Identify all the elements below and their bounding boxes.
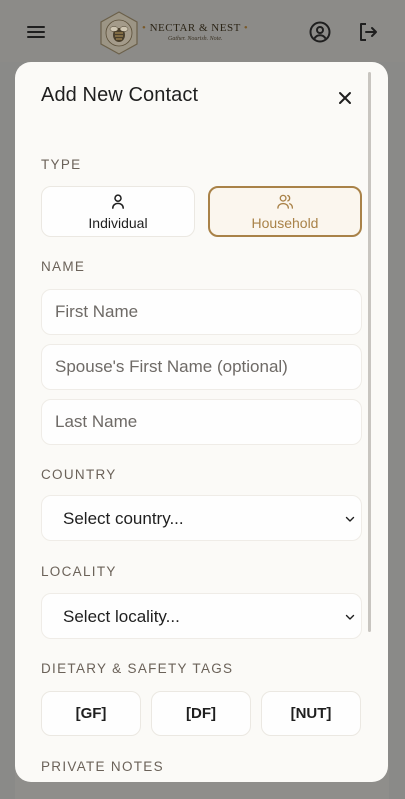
first-name-input[interactable] <box>41 289 362 335</box>
private-notes-label: PRIVATE NOTES <box>41 759 164 774</box>
locality-select-value: Select locality... <box>63 607 180 626</box>
account-circle-icon[interactable] <box>308 20 332 44</box>
type-household-label: Household <box>251 215 319 231</box>
type-individual-label: Individual <box>88 215 148 231</box>
locality-label: LOCALITY <box>41 564 117 579</box>
tag-gluten-free-button[interactable]: [GF] <box>41 691 141 736</box>
spouse-first-name-input[interactable] <box>41 344 362 390</box>
close-button[interactable] <box>330 83 360 113</box>
logo-name-right: NEST <box>211 22 241 34</box>
logout-icon[interactable] <box>356 20 380 44</box>
logo-seal-icon <box>100 11 138 55</box>
logo-wordmark: • NECTAR & NEST • <box>142 22 249 34</box>
country-select-value: Select country... <box>63 509 184 528</box>
people-icon <box>277 194 294 209</box>
tag-dairy-free-button[interactable]: [DF] <box>151 691 251 736</box>
brand-logo[interactable]: • NECTAR & NEST • Gather. Nourish. Note. <box>98 10 268 56</box>
chevron-down-icon <box>345 516 355 522</box>
last-name-input[interactable] <box>41 399 362 445</box>
app-header: • NECTAR & NEST • Gather. Nourish. Note. <box>0 0 405 62</box>
country-select[interactable]: Select country... <box>41 495 362 541</box>
modal-scrollbar[interactable] <box>368 72 371 632</box>
type-individual-button[interactable]: Individual <box>41 186 195 237</box>
type-household-button[interactable]: Household <box>208 186 362 237</box>
country-label: COUNTRY <box>41 467 117 482</box>
logo-amp: & <box>198 22 209 34</box>
dietary-tags-label: DIETARY & SAFETY TAGS <box>41 661 234 676</box>
logo-name-left: NECTAR <box>149 22 196 34</box>
type-label: TYPE <box>41 157 82 172</box>
add-contact-modal: Add New Contact TYPE Individual Househol… <box>15 62 388 782</box>
tag-nut-button[interactable]: [NUT] <box>261 691 361 736</box>
name-label: NAME <box>41 259 86 274</box>
menu-icon[interactable] <box>24 20 48 44</box>
chevron-down-icon <box>345 614 355 620</box>
logo-tagline: Gather. Nourish. Note. <box>168 36 223 42</box>
locality-select[interactable]: Select locality... <box>41 593 362 639</box>
modal-title: Add New Contact <box>41 84 199 106</box>
close-icon <box>339 92 351 104</box>
person-icon <box>112 194 124 209</box>
